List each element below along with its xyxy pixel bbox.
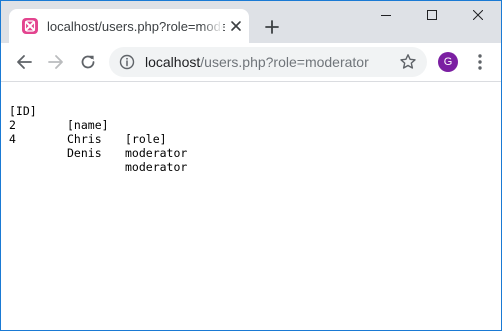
profile-avatar[interactable]: G bbox=[438, 52, 458, 72]
maximize-icon bbox=[427, 10, 437, 20]
tab-close-icon[interactable] bbox=[229, 19, 243, 33]
bookmark-star-icon[interactable] bbox=[399, 53, 417, 71]
back-button[interactable] bbox=[11, 49, 37, 75]
cell-role: moderator bbox=[125, 146, 188, 160]
reload-button[interactable] bbox=[75, 49, 101, 75]
plus-icon bbox=[265, 20, 279, 34]
minimize-icon bbox=[381, 15, 391, 16]
tab-title-fade bbox=[201, 17, 223, 37]
address-bar[interactable]: localhost/users.php?role=moderator bbox=[109, 47, 427, 77]
more-vert-icon bbox=[478, 54, 482, 70]
table-header-row: [ID] [name] [role] bbox=[9, 90, 167, 146]
xampp-favicon-icon bbox=[22, 18, 38, 34]
cell-name: Denis bbox=[67, 146, 102, 160]
users-table: [ID] [name] [role] 2 Chris moderator 4 D… bbox=[9, 90, 187, 174]
menu-button[interactable] bbox=[471, 52, 489, 72]
browser-tab[interactable]: localhost/users.php?role=moderator bbox=[9, 9, 249, 43]
reload-icon bbox=[81, 55, 95, 69]
minimize-button[interactable] bbox=[363, 1, 409, 31]
page-content: [ID] [name] [role] 2 Chris moderator 4 D… bbox=[1, 82, 501, 330]
url-text[interactable]: localhost/users.php?role=moderator bbox=[145, 54, 369, 71]
cell-role: moderator bbox=[125, 160, 188, 174]
arrow-right-icon bbox=[48, 55, 63, 69]
browser-toolbar: localhost/users.php?role=moderator G bbox=[1, 43, 501, 82]
cell-name: Chris bbox=[67, 132, 102, 146]
forward-button[interactable] bbox=[43, 49, 69, 75]
tab-title: localhost/users.php?role=moderator bbox=[47, 19, 225, 34]
browser-window: localhost/users.php?role=moderator bbox=[0, 0, 502, 331]
info-icon[interactable] bbox=[119, 54, 135, 70]
maximize-button[interactable] bbox=[409, 1, 455, 31]
arrow-left-icon bbox=[17, 55, 32, 69]
window-close-icon bbox=[473, 10, 483, 20]
header-role: [role] bbox=[125, 132, 167, 146]
new-tab-button[interactable] bbox=[260, 15, 284, 39]
table-row: 4 Denis moderator bbox=[9, 118, 187, 174]
tab-strip: localhost/users.php?role=moderator bbox=[1, 1, 501, 43]
header-name: [name] bbox=[67, 118, 109, 132]
table-row: 2 Chris moderator bbox=[9, 104, 187, 160]
url-host: localhost bbox=[145, 54, 201, 70]
window-close-button[interactable] bbox=[455, 1, 501, 31]
cell-id: 4 bbox=[9, 132, 16, 146]
url-path: /users.php?role=moderator bbox=[200, 54, 369, 70]
